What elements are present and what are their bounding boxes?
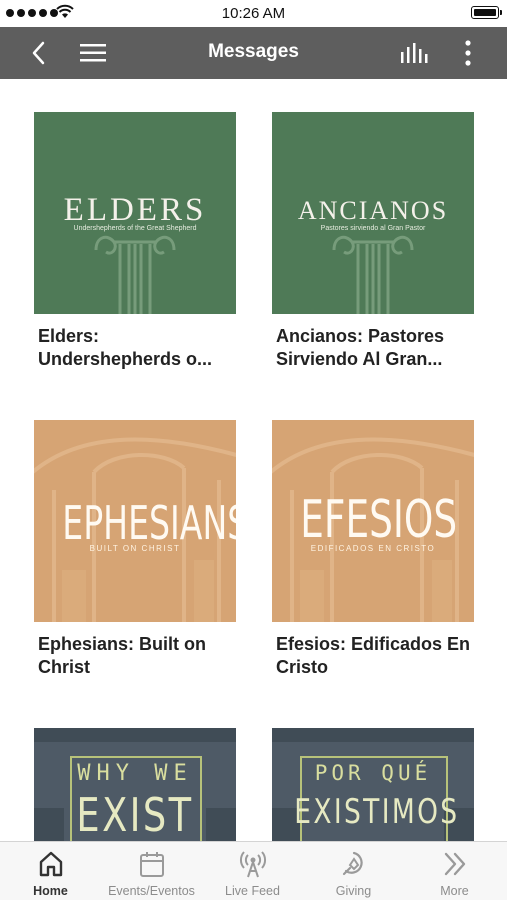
tab-label: More <box>440 884 469 898</box>
series-card-efesios[interactable]: EFESIOS EDIFICADOS EN CRISTO Efesios: Ed… <box>272 420 474 679</box>
giving-icon <box>342 851 363 876</box>
more-vertical-icon <box>465 40 471 66</box>
series-thumbnail: POR QUÉ EXISTIMOS <box>272 728 474 841</box>
tab-live-feed[interactable]: Live Feed <box>202 842 303 901</box>
series-title: Efesios: Edificados En Cristo <box>276 634 471 677</box>
thumbnail-title-line1: WHY WE <box>77 761 193 786</box>
broadcast-icon <box>239 851 266 878</box>
series-thumbnail: ANCIANOS Pastores sirviendo al Gran Past… <box>272 112 474 314</box>
thumbnail-subtitle: BUILT ON CHRIST <box>89 544 181 553</box>
nav-bar: Messages <box>0 27 507 79</box>
tab-more[interactable]: More <box>404 842 505 901</box>
thumbnail-subtitle: Undershepherds of the Great Shepherd <box>73 225 197 232</box>
tab-home[interactable]: Home <box>0 842 101 901</box>
thumbnail-title: EPHESIANS <box>62 496 236 550</box>
calendar-icon <box>139 852 164 877</box>
more-options-button[interactable] <box>450 35 486 71</box>
home-icon <box>39 851 62 877</box>
messages-grid: ELDERS Undershepherds of the Great Sheph… <box>0 79 507 841</box>
series-thumbnail: WHY WE EXIST <box>34 728 236 841</box>
tab-label: Home <box>33 884 68 898</box>
thumbnail-title-line1: POR QUÉ <box>314 761 432 785</box>
status-time: 10:26 AM <box>221 5 286 22</box>
thumbnail-subtitle: Pastores sirviendo al Gran Pastor <box>320 225 426 232</box>
thumbnail-title-line2: EXIST <box>76 788 194 841</box>
series-title: Elders: Undershepherds o... <box>38 326 213 369</box>
series-title: Ancianos: Pastores Sirviendo Al Gran... <box>276 326 445 369</box>
series-title: Ephesians: Built on Christ <box>38 634 207 677</box>
series-thumbnail: ELDERS Undershepherds of the Great Sheph… <box>34 112 236 314</box>
thumbnail-title: ANCIANOS <box>297 196 449 225</box>
thumbnail-title-line2: EXISTIMOS <box>294 792 460 832</box>
thumbnail-title: EFESIOS <box>300 490 458 550</box>
double-chevron-right-icon <box>444 852 465 876</box>
bottom-tab-bar: Home Events/Eventos Live Feed Giving Mor… <box>0 841 507 900</box>
series-card-por-que-existimos[interactable]: POR QUÉ EXISTIMOS <box>272 728 474 841</box>
series-card-why-we-exist[interactable]: WHY WE EXIST <box>34 728 236 841</box>
series-thumbnail: EFESIOS EDIFICADOS EN CRISTO <box>272 420 474 622</box>
tab-giving[interactable]: Giving <box>303 842 404 901</box>
series-card-ancianos[interactable]: ANCIANOS Pastores sirviendo al Gran Past… <box>272 112 474 371</box>
tab-label: Events/Eventos <box>108 884 195 898</box>
thumbnail-title: ELDERS <box>63 192 207 228</box>
tab-events[interactable]: Events/Eventos <box>101 842 202 901</box>
audio-button[interactable] <box>397 35 433 71</box>
series-card-ephesians[interactable]: EPHESIANS BUILT ON CHRIST Ephesians: Bui… <box>34 420 236 679</box>
status-bar: 10:26 AM <box>0 0 507 27</box>
thumbnail-subtitle: EDIFICADOS EN CRISTO <box>310 544 436 553</box>
tab-label: Giving <box>335 884 372 898</box>
series-card-elders[interactable]: ELDERS Undershepherds of the Great Sheph… <box>34 112 236 371</box>
battery-icon <box>471 6 502 19</box>
tab-label: Live Feed <box>225 884 280 898</box>
audio-bars-icon <box>401 43 428 63</box>
series-thumbnail: EPHESIANS BUILT ON CHRIST <box>34 420 236 622</box>
